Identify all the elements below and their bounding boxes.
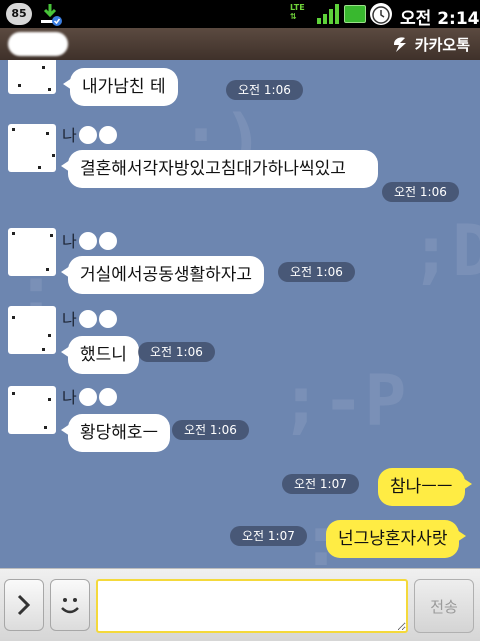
status-time: 오전 2:14: [400, 9, 480, 29]
network-type-label: LTE ⇅: [290, 3, 305, 21]
sender-name-blur: [78, 310, 97, 328]
message-timestamp: 오전 1:06: [382, 182, 459, 202]
sender-name: 나: [62, 384, 117, 408]
sender-avatar[interactable]: [8, 228, 56, 276]
sender-name-blur: [98, 310, 117, 328]
sender-name: 나: [62, 306, 117, 330]
notification-count-badge: 85: [6, 3, 32, 25]
chat-message-list[interactable]: :) ;D ; ;-P :- 내가남친 테 오전 1:06 나 결혼해서각자방있…: [0, 60, 480, 568]
battery-icon: [344, 5, 366, 23]
smiley-icon: [61, 598, 79, 614]
chat-room-title-blurred: [8, 32, 68, 56]
incoming-message-bubble[interactable]: 황당해호ㅡ: [60, 414, 171, 452]
message-timestamp: 오전 1:06: [226, 80, 303, 100]
sender-name-blur: [78, 232, 97, 250]
message-timestamp: 오전 1:07: [282, 474, 359, 494]
download-icon: [41, 4, 62, 26]
sender-avatar[interactable]: [8, 60, 56, 94]
signal-icon: [317, 4, 339, 24]
incoming-message-bubble[interactable]: 거실에서공동생활하자고: [60, 256, 265, 294]
background-pattern: ;-P: [280, 360, 407, 442]
chevron-right-icon: [17, 594, 31, 616]
sender-name-blur: [78, 388, 97, 406]
sender-name-blur: [98, 388, 117, 406]
incoming-message-bubble[interactable]: 결혼해서각자방있고침대가하나씩있고: [61, 150, 378, 188]
brand-label: 카카오톡: [391, 34, 470, 55]
incoming-message-bubble[interactable]: 했드니: [61, 336, 139, 374]
kakaotalk-logo-icon: [393, 37, 406, 52]
sender-avatar[interactable]: [8, 306, 56, 354]
message-timestamp: 오전 1:06: [138, 342, 215, 362]
incoming-message-bubble[interactable]: 내가남친 테: [63, 68, 178, 106]
sender-name: 나: [62, 122, 117, 146]
sender-avatar[interactable]: [8, 386, 56, 434]
message-timestamp: 오전 1:06: [278, 262, 355, 282]
outgoing-message-bubble[interactable]: 참나ㅡㅡ: [378, 468, 472, 506]
message-timestamp: 오전 1:06: [172, 420, 249, 440]
sender-name-blur: [98, 126, 117, 144]
sender-name: 나: [62, 228, 117, 252]
message-timestamp: 오전 1:07: [230, 526, 307, 546]
expand-menu-button[interactable]: [4, 579, 44, 631]
sender-avatar[interactable]: [8, 124, 56, 172]
outgoing-message-bubble[interactable]: 넌그냥혼자사랏: [326, 520, 467, 558]
status-bar: 85 LTE ⇅ 오전 2:14: [0, 0, 480, 29]
chat-title-bar: 카카오톡: [0, 28, 480, 60]
sender-name-blur: [78, 126, 97, 144]
emoticon-button[interactable]: [50, 579, 90, 631]
background-pattern: ;D: [410, 210, 480, 292]
message-input-bar: 전송: [0, 568, 480, 641]
sender-name-blur: [98, 232, 117, 250]
alarm-clock-icon: [370, 3, 392, 25]
send-button[interactable]: 전송: [414, 579, 474, 633]
message-input[interactable]: [96, 579, 408, 633]
